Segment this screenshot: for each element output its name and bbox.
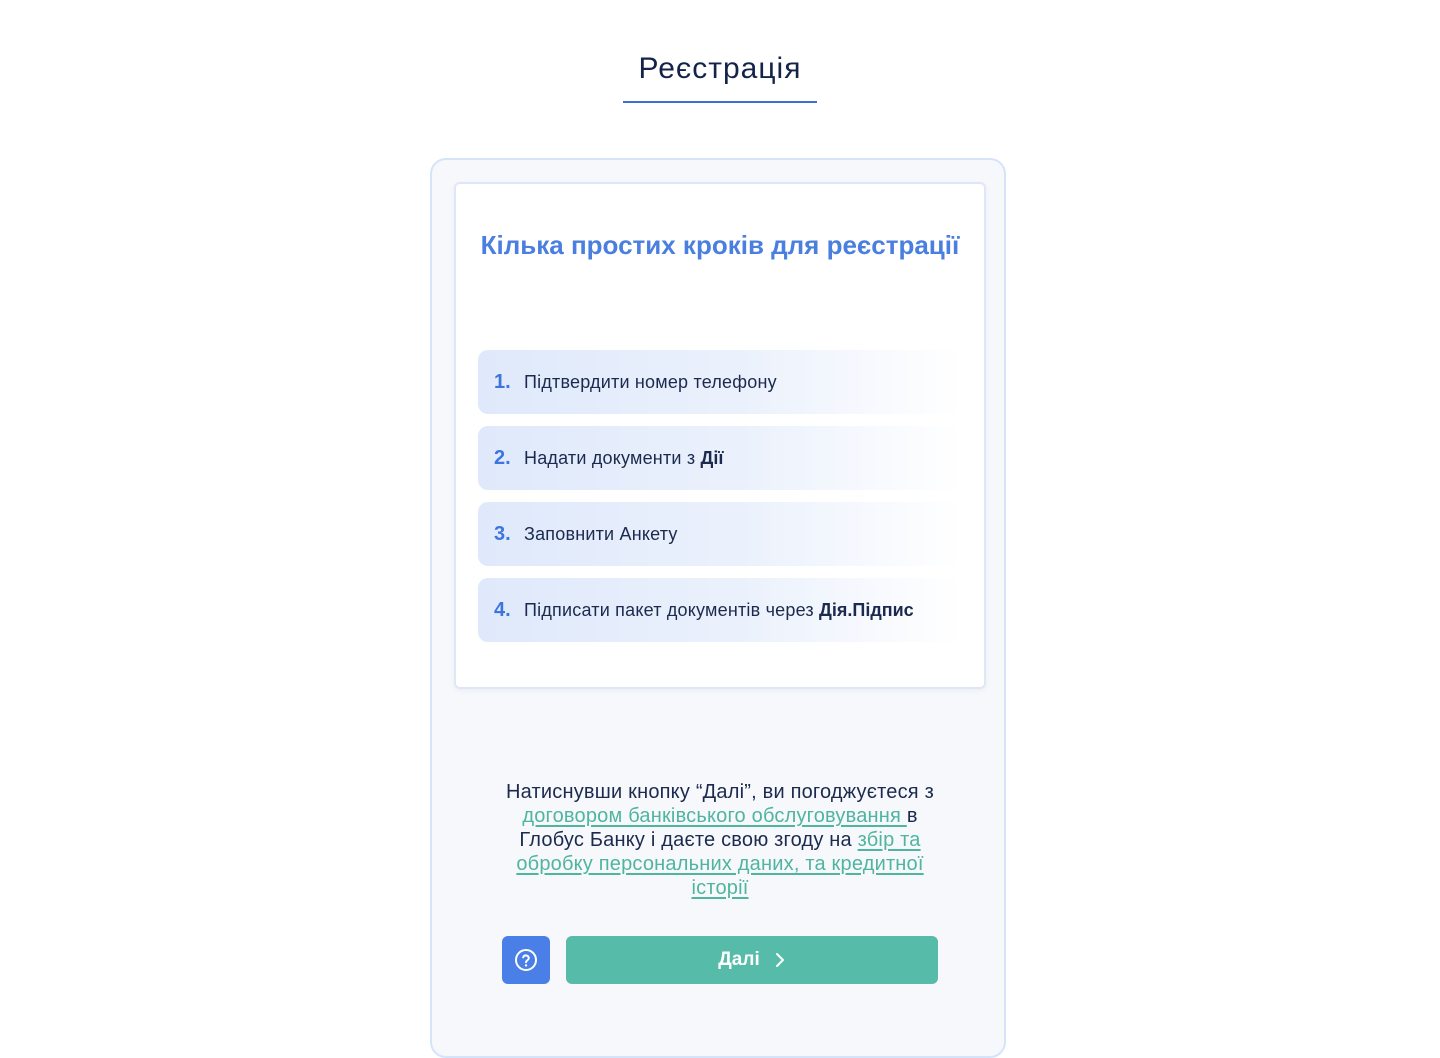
step-number: 4. [494, 598, 511, 621]
page-title: Реєстрація [638, 52, 802, 85]
question-circle-icon [514, 948, 538, 972]
banking-agreement-link[interactable]: договором банківського обслуговування [522, 805, 906, 827]
next-button-label: Далі [718, 949, 760, 970]
step-text: Підписати пакет документів через [524, 599, 820, 620]
next-button[interactable]: Далі [566, 936, 938, 984]
step-text: Надати документи з [524, 447, 701, 468]
step-item: 2. Надати документи з Дії [478, 426, 962, 490]
consent-text: Натиснувши кнопку “Далі”, ви погоджуєтес… [490, 780, 950, 900]
title-underline [623, 101, 817, 103]
step-item: 1. Підтвердити номер телефону [478, 350, 962, 414]
step-item: 4. Підписати пакет документів через Дія.… [478, 578, 962, 642]
consent-text-part1: Натиснувши кнопку “Далі”, ви погоджуєтес… [506, 781, 934, 803]
help-button[interactable] [502, 936, 550, 984]
step-number: 2. [494, 446, 511, 469]
step-text-bold: Дії [700, 447, 724, 468]
step-text: Заповнити Анкету [524, 523, 678, 544]
step-text-bold: Дія.Підпис [819, 599, 914, 620]
step-number: 3. [494, 522, 511, 545]
step-item: 3. Заповнити Анкету [478, 502, 962, 566]
chevron-right-icon [774, 952, 786, 968]
step-text: Підтвердити номер телефону [524, 371, 777, 392]
steps-card-title: Кілька простих кроків для реєстрації [480, 230, 960, 260]
step-number: 1. [494, 370, 511, 393]
